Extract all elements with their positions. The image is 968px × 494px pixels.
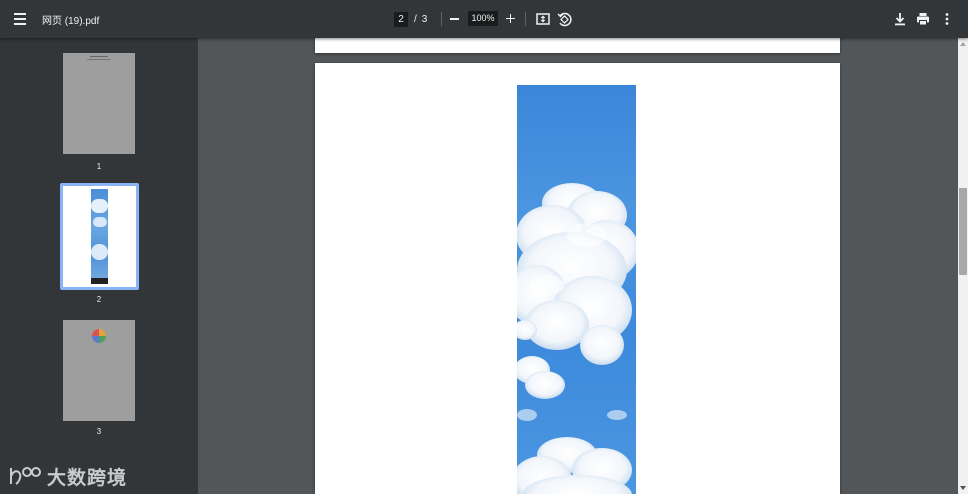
pdf-page-1	[315, 38, 840, 53]
download-icon[interactable]	[892, 11, 908, 27]
zoom-out-button[interactable]	[450, 18, 459, 20]
document-title: 网页 (19).pdf	[42, 16, 100, 27]
current-page-input[interactable]: 2	[394, 11, 408, 27]
zoom-in-button[interactable]	[505, 13, 516, 24]
more-vertical-icon[interactable]	[939, 11, 955, 27]
vertical-scrollbar[interactable]	[958, 38, 968, 494]
print-icon[interactable]	[915, 11, 931, 27]
thumbnail-page-image	[63, 53, 135, 154]
scroll-down-arrow-icon[interactable]	[960, 486, 966, 490]
hamburger-menu-icon[interactable]	[13, 11, 29, 27]
sky-clouds-image	[517, 85, 636, 494]
thumbnail-label: 1	[96, 162, 102, 171]
toolbar-divider	[525, 12, 526, 26]
page-selector: 2 / 3	[394, 11, 427, 27]
watermark-logo-icon	[10, 467, 41, 485]
pdf-viewer-area[interactable]	[198, 38, 958, 494]
thumbnail-label: 2	[96, 295, 102, 304]
zoom-level-input[interactable]: 100%	[468, 11, 498, 26]
thumbnail-page-image	[63, 320, 135, 421]
selected-thumbnail-frame	[60, 183, 139, 290]
rotate-counterclockwise-icon[interactable]	[556, 11, 572, 27]
page-separator: /	[414, 13, 417, 25]
thumbnail-title-line	[90, 56, 108, 57]
pdf-toolbar: 网页 (19).pdf 2 / 3 100%	[0, 0, 968, 38]
pdf-page-2	[315, 63, 840, 494]
thumbnail-sidebar: 1 2 3	[0, 38, 198, 494]
thumbnail-title-line	[87, 59, 111, 60]
clouds-illustration	[517, 183, 636, 494]
total-pages: 3	[421, 13, 428, 25]
scroll-up-arrow-icon[interactable]	[960, 42, 966, 46]
scrollbar-thumb[interactable]	[959, 188, 967, 275]
thumbnail-sky-image	[91, 189, 108, 284]
watermark-text: 大数跨境	[47, 467, 128, 489]
thumbnail-pie-image	[92, 329, 106, 343]
toolbar-divider	[441, 12, 442, 26]
watermark: 大数跨境	[8, 461, 127, 491]
fit-to-page-icon[interactable]	[535, 11, 551, 27]
thumbnail-label: 3	[96, 427, 102, 436]
